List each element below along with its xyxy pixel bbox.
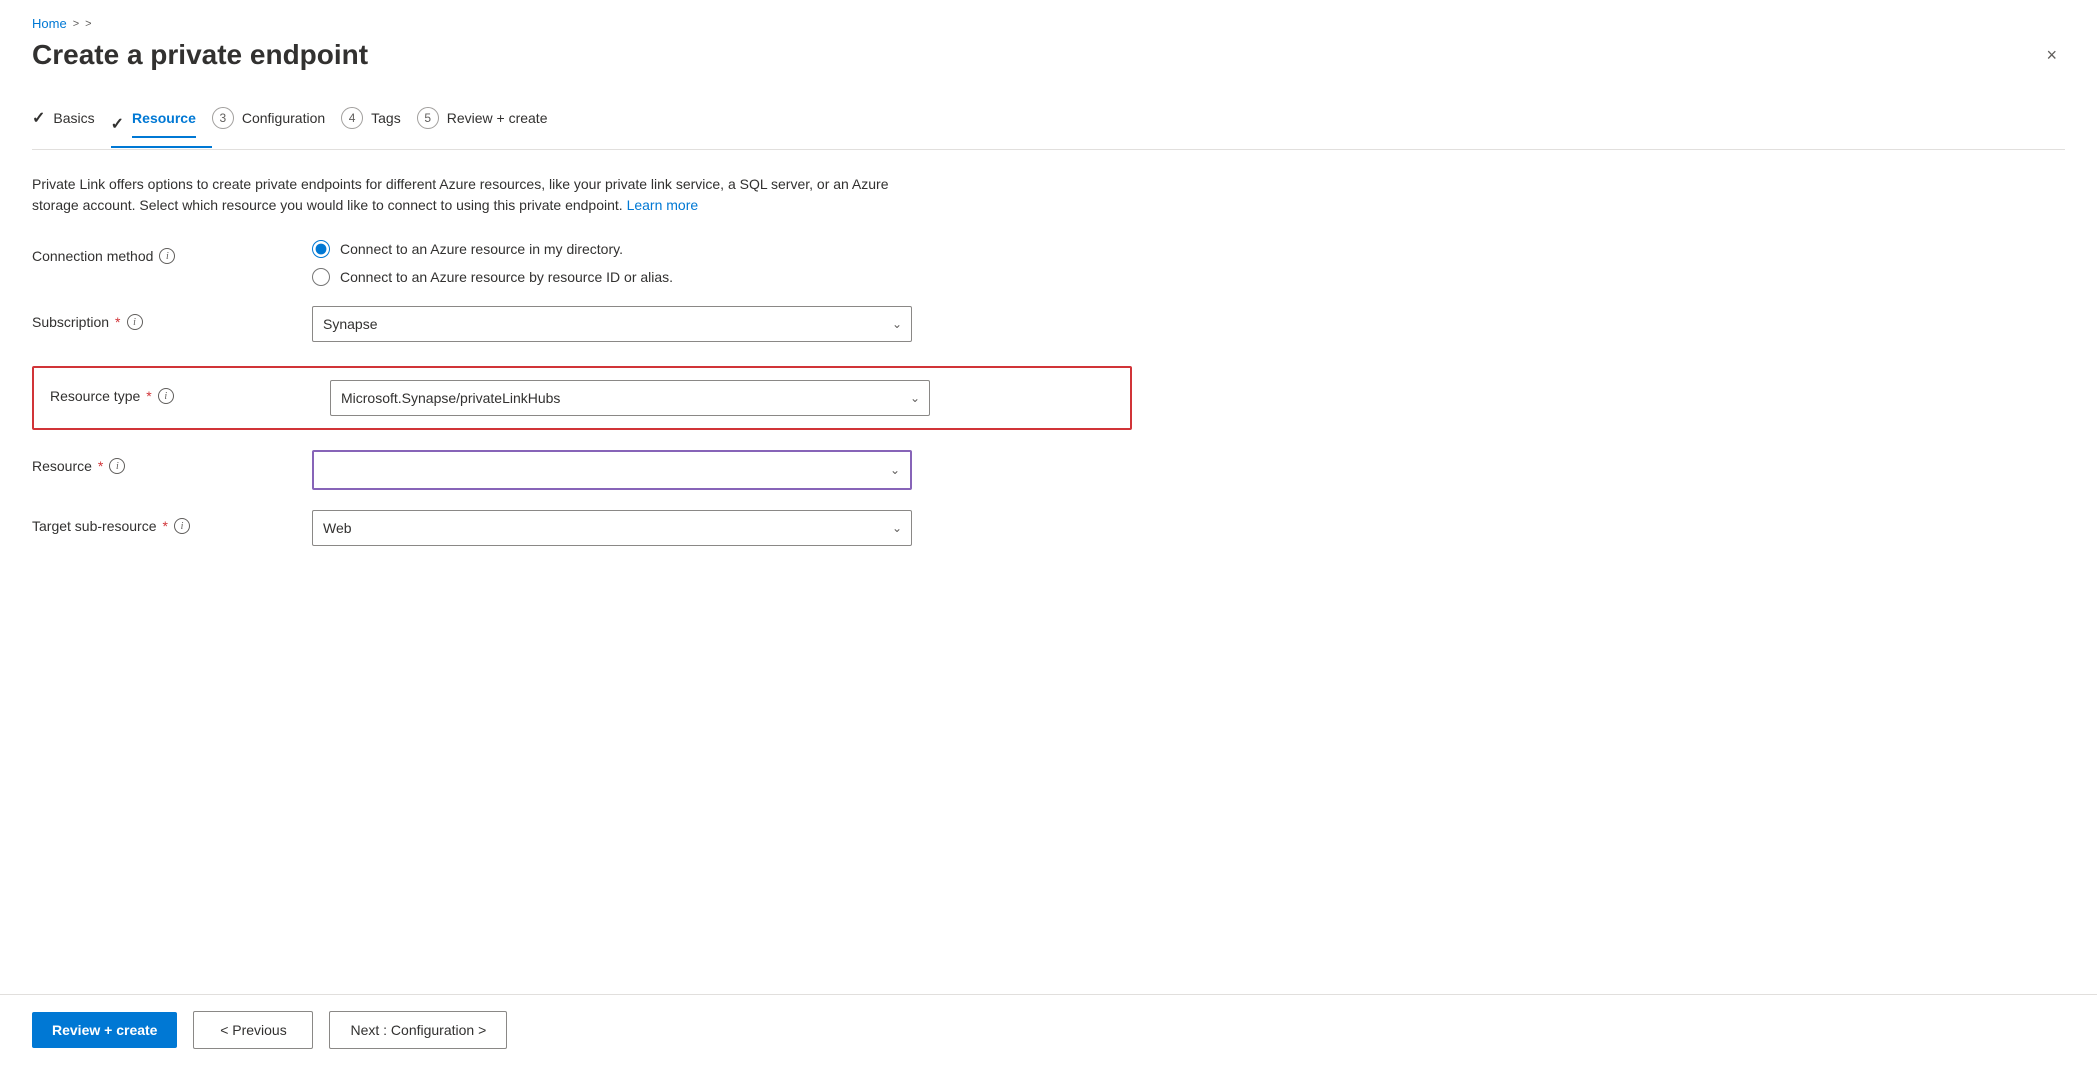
resource-type-highlighted-row: Resource type * i Microsoft.Synapse/priv…: [32, 366, 1132, 430]
close-button[interactable]: ×: [2038, 41, 2065, 70]
resource-type-select[interactable]: Microsoft.Synapse/privateLinkHubs: [330, 380, 930, 416]
breadcrumb: Home > >: [32, 16, 2065, 31]
target-sub-resource-required: *: [163, 518, 168, 534]
radio-option-directory[interactable]: Connect to an Azure resource in my direc…: [312, 240, 1132, 258]
step-label-configuration: Configuration: [242, 110, 325, 126]
footer: Review + create < Previous Next : Config…: [0, 994, 2097, 1065]
step-circle-review: 5: [417, 107, 439, 129]
radio-resourceid[interactable]: [312, 268, 330, 286]
target-sub-resource-control: Web ⌄: [312, 510, 1132, 546]
resource-type-control: Microsoft.Synapse/privateLinkHubs ⌄: [330, 380, 1114, 416]
step-circle-configuration: 3: [212, 107, 234, 129]
step-configuration[interactable]: 3 Configuration: [212, 99, 341, 137]
step-resource[interactable]: ✓ Resource: [111, 102, 212, 148]
step-label-basics: Basics: [53, 110, 94, 126]
resource-type-info-icon[interactable]: i: [158, 388, 174, 404]
target-sub-resource-label: Target sub-resource * i: [32, 510, 312, 534]
target-sub-resource-info-icon[interactable]: i: [174, 518, 190, 534]
step-label-review: Review + create: [447, 110, 548, 126]
learn-more-link[interactable]: Learn more: [627, 197, 699, 213]
subscription-info-icon[interactable]: i: [127, 314, 143, 330]
breadcrumb-sep1: >: [73, 18, 79, 30]
connection-method-row: Connection method i Connect to an Azure …: [32, 240, 1132, 286]
target-sub-resource-row: Target sub-resource * i Web ⌄: [32, 510, 1132, 550]
step-label-tags: Tags: [371, 110, 401, 126]
step-label-resource: Resource: [132, 110, 196, 138]
target-sub-resource-select[interactable]: Web: [312, 510, 912, 546]
target-sub-resource-select-wrapper: Web ⌄: [312, 510, 912, 546]
step-check-resource: ✓: [111, 114, 124, 134]
target-sub-resource-label-text: Target sub-resource: [32, 518, 157, 534]
wizard-steps: ✓ Basics ✓ Resource 3 Configuration 4 Ta…: [32, 99, 2065, 150]
resource-type-label-text: Resource type: [50, 388, 140, 404]
resource-control: ⌄: [312, 450, 1132, 490]
previous-button[interactable]: < Previous: [193, 1011, 313, 1049]
radio-directory[interactable]: [312, 240, 330, 258]
step-circle-tags: 4: [341, 107, 363, 129]
resource-select-wrapper: ⌄: [312, 450, 912, 490]
resource-label: Resource * i: [32, 450, 312, 474]
review-create-button[interactable]: Review + create: [32, 1012, 177, 1048]
radio-resourceid-label: Connect to an Azure resource by resource…: [340, 269, 673, 285]
subscription-control: Synapse ⌄: [312, 306, 1132, 342]
step-review[interactable]: 5 Review + create: [417, 99, 564, 137]
subscription-label-text: Subscription: [32, 314, 109, 330]
resource-info-icon[interactable]: i: [109, 458, 125, 474]
connection-method-info-icon[interactable]: i: [159, 248, 175, 264]
subscription-row: Subscription * i Synapse ⌄: [32, 306, 1132, 346]
subscription-select-wrapper: Synapse ⌄: [312, 306, 912, 342]
form-section: Connection method i Connect to an Azure …: [32, 240, 1132, 550]
radio-option-resourceid[interactable]: Connect to an Azure resource by resource…: [312, 268, 1132, 286]
description-text: Private Link offers options to create pr…: [32, 176, 889, 213]
resource-required: *: [98, 458, 103, 474]
subscription-select[interactable]: Synapse: [312, 306, 912, 342]
breadcrumb-home[interactable]: Home: [32, 16, 67, 31]
step-basics[interactable]: ✓ Basics: [32, 100, 111, 136]
resource-select[interactable]: [314, 452, 910, 488]
resource-row: Resource * i ⌄: [32, 450, 1132, 490]
step-tags[interactable]: 4 Tags: [341, 99, 417, 137]
radio-directory-label: Connect to an Azure resource in my direc…: [340, 241, 623, 257]
resource-type-required: *: [146, 388, 151, 404]
breadcrumb-sep2: >: [85, 18, 91, 30]
page-header: Create a private endpoint ×: [32, 39, 2065, 71]
radio-group-connection: Connect to an Azure resource in my direc…: [312, 240, 1132, 286]
next-configuration-button[interactable]: Next : Configuration >: [329, 1011, 507, 1049]
connection-method-control: Connect to an Azure resource in my direc…: [312, 240, 1132, 286]
subscription-required: *: [115, 314, 120, 330]
page-title: Create a private endpoint: [32, 39, 368, 71]
resource-type-select-wrapper: Microsoft.Synapse/privateLinkHubs ⌄: [330, 380, 930, 416]
connection-method-label: Connection method i: [32, 240, 312, 264]
description: Private Link offers options to create pr…: [32, 174, 932, 216]
resource-type-label: Resource type * i: [50, 380, 330, 404]
step-check-basics: ✓: [32, 108, 45, 128]
connection-method-label-text: Connection method: [32, 248, 153, 264]
subscription-label: Subscription * i: [32, 306, 312, 330]
resource-label-text: Resource: [32, 458, 92, 474]
